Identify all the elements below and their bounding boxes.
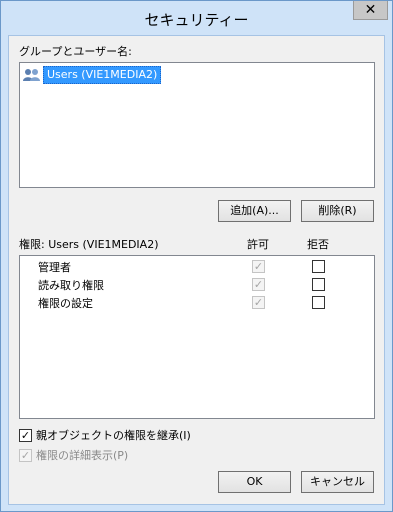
dialog-body: グループとユーザー名: Users (VIE1MEDIA2) 追加(A)... … bbox=[8, 35, 385, 505]
advanced-option: ✓ 権限の詳細表示(P) bbox=[19, 447, 128, 463]
allow-checkbox[interactable]: ✓ bbox=[252, 296, 265, 309]
permission-label: 権限の設定 bbox=[38, 297, 93, 310]
remove-button[interactable]: 削除(R) bbox=[301, 200, 374, 222]
permission-row: 読み取り権限 ✓ bbox=[20, 276, 374, 294]
add-button[interactable]: 追加(A)... bbox=[218, 200, 291, 222]
ok-button[interactable]: OK bbox=[218, 471, 291, 493]
deny-checkbox[interactable] bbox=[312, 296, 325, 309]
advanced-checkbox: ✓ bbox=[19, 448, 32, 462]
inherit-label: 親オブジェクトの権限を継承(I) bbox=[36, 429, 191, 442]
title-bar[interactable]: セキュリティー ✕ bbox=[1, 1, 392, 35]
allow-column-header: 許可 bbox=[247, 238, 269, 251]
users-listbox[interactable]: Users (VIE1MEDIA2) bbox=[19, 62, 375, 188]
allow-checkbox[interactable]: ✓ bbox=[252, 278, 265, 291]
inherit-option[interactable]: ✓ 親オブジェクトの権限を継承(I) bbox=[19, 427, 191, 443]
permission-label: 読み取り権限 bbox=[38, 279, 104, 292]
users-group-icon bbox=[23, 69, 40, 81]
list-item-users[interactable]: Users (VIE1MEDIA2) bbox=[23, 66, 162, 84]
user-item-label: Users (VIE1MEDIA2) bbox=[43, 66, 162, 84]
permissions-header: 権限: Users (VIE1MEDIA2) bbox=[19, 238, 159, 251]
permission-row: 管理者 ✓ bbox=[20, 258, 374, 276]
close-button[interactable]: ✕ bbox=[353, 1, 388, 20]
deny-column-header: 拒否 bbox=[307, 238, 329, 251]
deny-checkbox[interactable] bbox=[312, 260, 325, 273]
deny-checkbox[interactable] bbox=[312, 278, 325, 291]
groups-label: グループとユーザー名: bbox=[19, 45, 132, 58]
security-dialog: セキュリティー ✕ グループとユーザー名: Users (VIE1MEDIA2)… bbox=[0, 0, 393, 512]
advanced-label: 権限の詳細表示(P) bbox=[36, 449, 129, 462]
inherit-checkbox[interactable]: ✓ bbox=[19, 428, 32, 442]
allow-checkbox[interactable]: ✓ bbox=[252, 260, 265, 273]
cancel-button[interactable]: キャンセル bbox=[301, 471, 374, 493]
permission-label: 管理者 bbox=[38, 261, 71, 274]
permission-row: 権限の設定 ✓ bbox=[20, 294, 374, 312]
permissions-list: 管理者 ✓ 読み取り権限 ✓ 権限の設定 ✓ bbox=[19, 255, 375, 419]
window-title: セキュリティー bbox=[144, 11, 249, 29]
